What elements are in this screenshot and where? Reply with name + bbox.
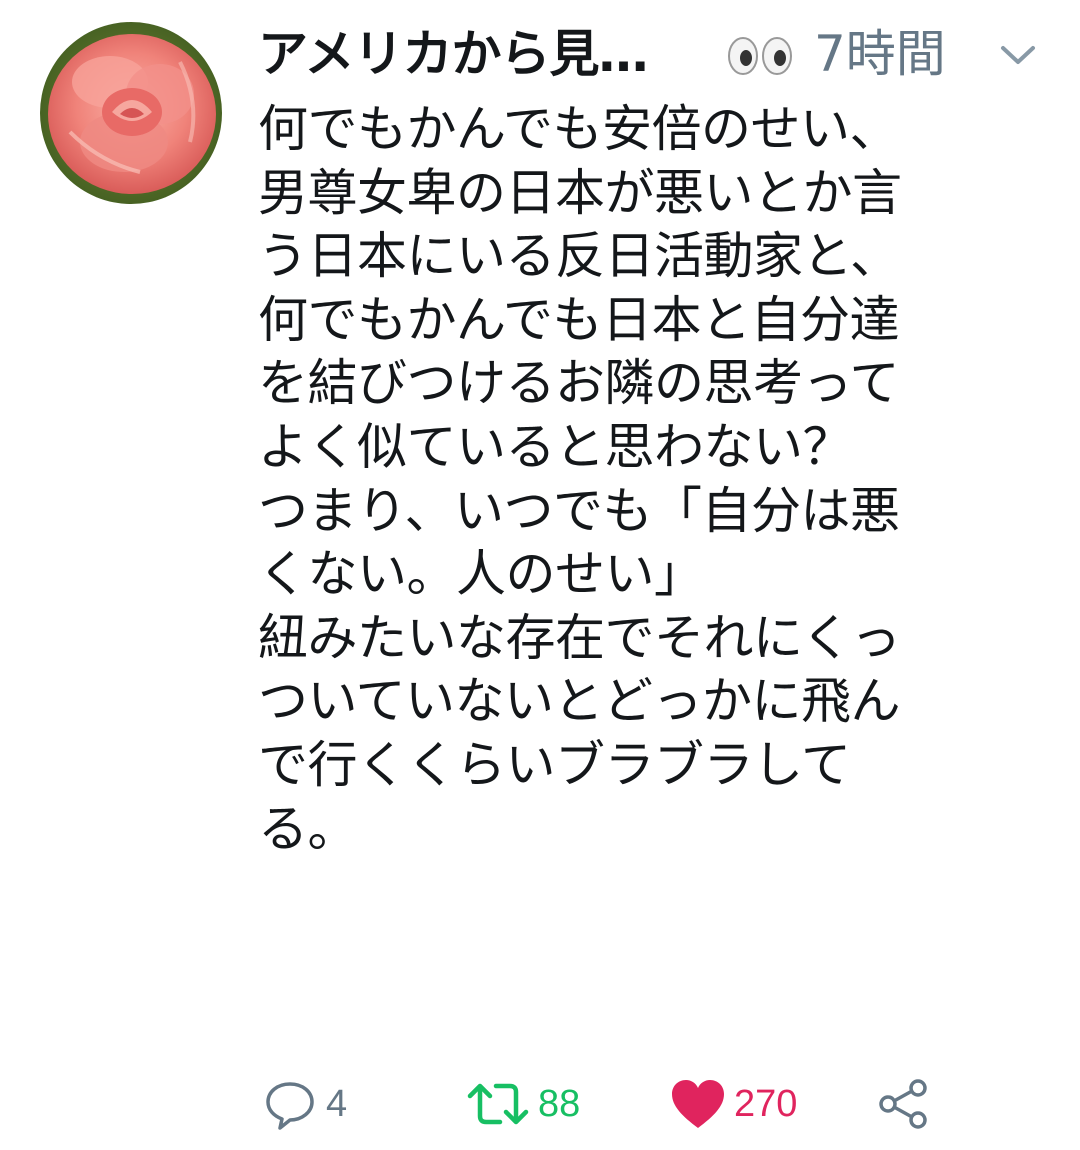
tweet-text-line: 何でもかんでも安倍のせい、 <box>258 100 900 158</box>
tweet-text-line: よく似ていると思わない？ <box>258 417 853 476</box>
tweet-text-line: くない。人のせい」 <box>258 545 704 604</box>
share-icon <box>879 1079 927 1129</box>
tweet-text-line: つまり、いつでも「自分は悪 <box>258 481 900 540</box>
tweet-text-line: う日本にいる反日活動家と、 <box>258 227 900 286</box>
rose-avatar <box>40 22 222 204</box>
retweet-count: 88 <box>538 1083 581 1125</box>
tweet-text-line: 男尊女卑の日本が悪いとか言 <box>258 163 902 222</box>
tweet-text-line: る。 <box>258 799 358 858</box>
avatar[interactable] <box>40 22 222 204</box>
eyes-emoji <box>726 36 796 76</box>
tweet-actions: 4 88 270 <box>258 1072 1048 1136</box>
author-display-name[interactable]: アメリカから見… <box>258 14 648 94</box>
tweet-text-line: ついていないとどっかに飛ん <box>258 672 901 731</box>
tweet-header: アメリカから見… 7時間 <box>258 14 1058 94</box>
chevron-down-icon[interactable] <box>998 40 1038 70</box>
reply-count: 4 <box>326 1083 348 1125</box>
reply-icon <box>266 1082 314 1130</box>
retweet-button[interactable]: 88 <box>466 1072 580 1136</box>
share-button[interactable] <box>876 1072 932 1136</box>
retweet-icon <box>467 1083 529 1125</box>
tweet-timestamp[interactable]: 7時間 <box>814 14 946 94</box>
tweet-text-line: 何でもかんでも日本と自分達 <box>258 290 900 349</box>
reply-button[interactable]: 4 <box>262 1072 347 1136</box>
tweet-text-line: 紐みたいな存在でそれにくっ <box>258 608 901 667</box>
tweet-text: 何でもかんでも安倍のせい、 男尊女卑の日本が悪いとか言 う日本にいる反日活動家と… <box>258 98 1048 861</box>
tweet-text-line: で行くくらいブラブラして <box>258 735 851 794</box>
heart-icon <box>672 1080 724 1128</box>
like-count: 270 <box>734 1083 798 1125</box>
like-button[interactable]: 270 <box>670 1072 797 1136</box>
tweet-text-line: を結びつけるお隣の思考って <box>258 354 900 413</box>
